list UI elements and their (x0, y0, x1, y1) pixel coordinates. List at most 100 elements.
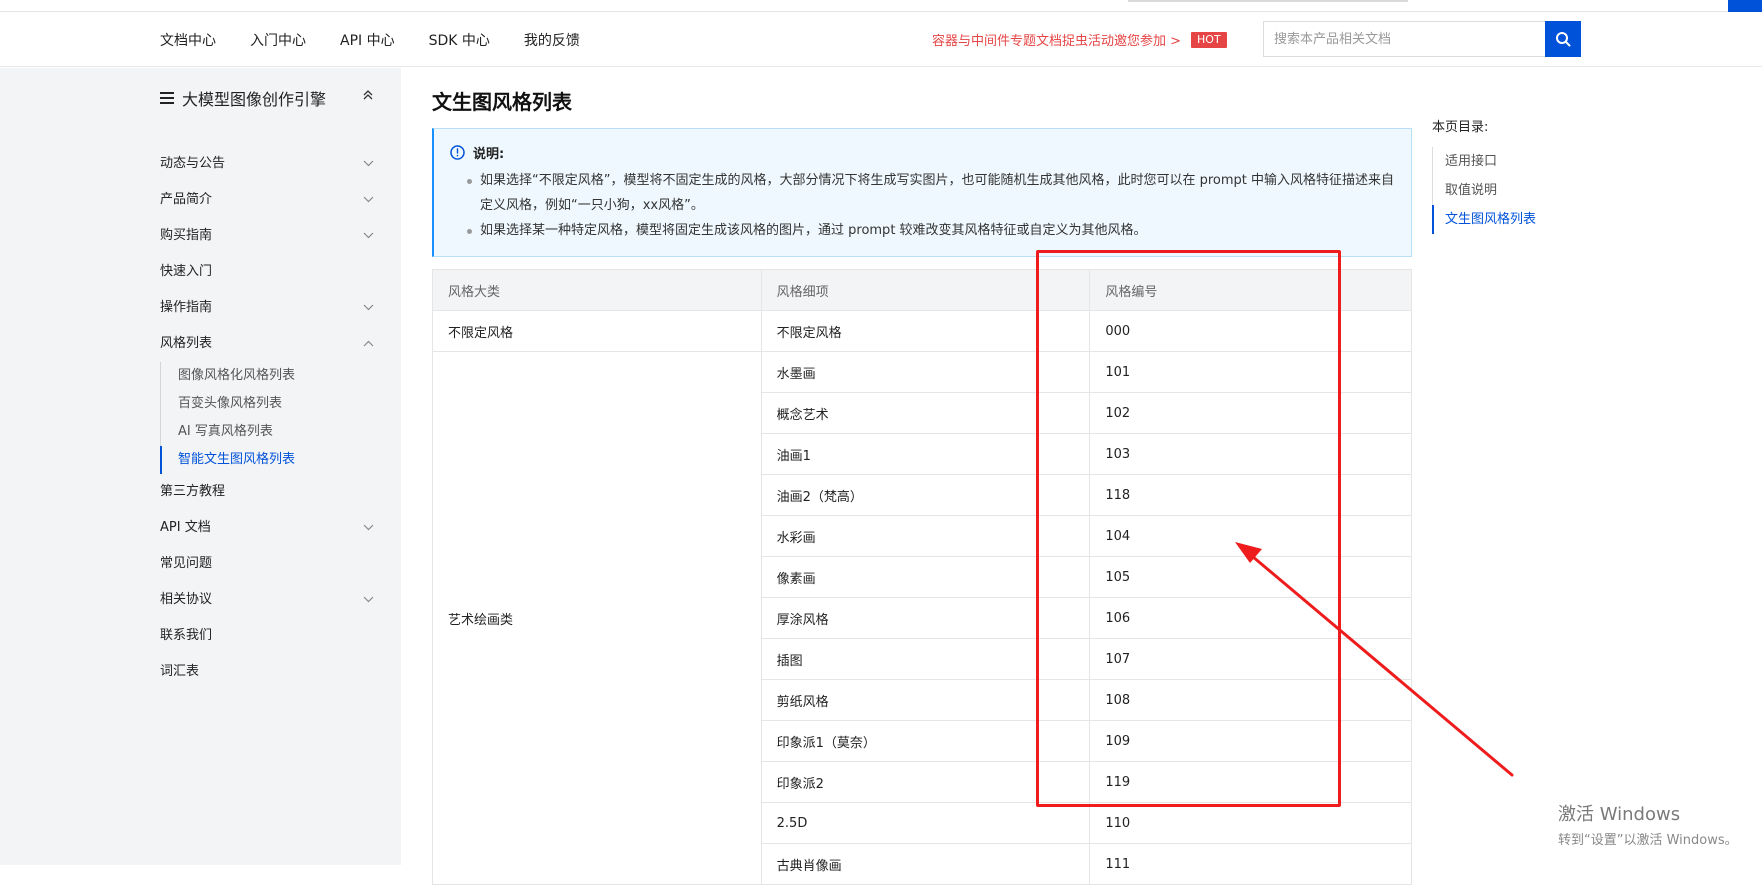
sidebar-item-guide[interactable]: 操作指南 (160, 294, 374, 330)
nav-links: 文档中心 入门中心 API 中心 SDK 中心 我的反馈 (160, 12, 580, 67)
sidebar-item-label: 常见问题 (160, 556, 213, 571)
sidebar-item-label: 购买指南 (160, 228, 213, 243)
sidebar-item-tutorials[interactable]: 第三方教程 (160, 478, 374, 514)
cell-code: 111 (1089, 843, 1412, 885)
cell-item: 概念艺术 (760, 392, 1091, 434)
sidebar-title: 大模型图像创作引擎 (160, 86, 374, 110)
note-item: 如果选择“不限定风格”，模型将不固定生成的风格，大部分情况下将生成写实图片，也可… (467, 168, 1395, 218)
sidebar-item-news[interactable]: 动态与公告 (160, 150, 374, 186)
search-button[interactable] (1545, 21, 1581, 57)
note-header: 说明: (450, 143, 1395, 162)
toc-item-style-list[interactable]: 文生图风格列表 (1432, 205, 1632, 234)
search-input[interactable] (1263, 21, 1545, 57)
sidebar-item-intro[interactable]: 产品简介 (160, 186, 374, 222)
column-header-item: 风格细项 (760, 269, 1091, 311)
sidebar-item-quickstart[interactable]: 快速入门 (160, 258, 374, 294)
sidebar-item-contact[interactable]: 联系我们 (160, 622, 374, 658)
cell-code: 107 (1089, 638, 1412, 680)
nav-link-docs[interactable]: 文档中心 (160, 30, 216, 50)
chevron-down-icon (363, 160, 374, 167)
toc-item-value-description[interactable]: 取值说明 (1433, 176, 1632, 205)
cell-item: 印象派1（莫奈） (760, 720, 1091, 762)
cell-item: 厚涂风格 (760, 597, 1091, 639)
sidebar-item-agreements[interactable]: 相关协议 (160, 586, 374, 622)
cell-code: 105 (1089, 556, 1412, 598)
sidebar-item-faq[interactable]: 常见问题 (160, 550, 374, 586)
cell-code: 108 (1089, 679, 1412, 721)
hot-badge: HOT (1191, 31, 1227, 48)
sidebar-item-label: 动态与公告 (160, 156, 226, 171)
cell-code: 118 (1089, 474, 1412, 516)
chevron-down-icon (363, 596, 374, 603)
cell-item: 插图 (760, 638, 1091, 680)
chevron-down-icon (363, 196, 374, 203)
cell-item: 水彩画 (760, 515, 1091, 557)
chevron-down-icon (363, 232, 374, 239)
sidebar-item-label: 第三方教程 (160, 484, 226, 499)
nav-link-getting-started[interactable]: 入门中心 (250, 30, 306, 50)
cell-item: 油画2（梵高） (760, 474, 1091, 516)
top-strip-edge (1728, 0, 1762, 12)
nav-link-feedback[interactable]: 我的反馈 (524, 30, 580, 50)
cell-item: 像素画 (760, 556, 1091, 598)
search-icon (1556, 32, 1571, 47)
cell-item: 古典肖像画 (760, 843, 1091, 885)
sidebar-item-label: 快速入门 (160, 264, 213, 279)
sidebar-subitem-text-to-image[interactable]: 智能文生图风格列表 (160, 446, 374, 474)
cell-code: 110 (1089, 802, 1412, 844)
sidebar-item-label: 词汇表 (160, 664, 200, 679)
top-strip (0, 0, 1762, 12)
sidebar-item-label: 操作指南 (160, 300, 213, 315)
nav-link-api[interactable]: API 中心 (340, 30, 395, 50)
cell-item: 印象派2 (760, 761, 1091, 803)
column-header-code: 风格编号 (1089, 269, 1412, 311)
table-header-row: 风格大类 风格细项 风格编号 (432, 269, 1412, 311)
sidebar-item-glossary[interactable]: 词汇表 (160, 658, 374, 694)
windows-activation-watermark: 激活 Windows 转到“设置”以激活 Windows。 (1558, 800, 1738, 848)
cell-item: 剪纸风格 (760, 679, 1091, 721)
page-title: 文生图风格列表 (432, 90, 572, 114)
sidebar-title-text: 大模型图像创作引擎 (182, 90, 327, 109)
cell-item: 水墨画 (760, 351, 1091, 393)
menu-icon[interactable] (160, 92, 174, 104)
sidebar-item-api-docs[interactable]: API 文档 (160, 514, 374, 550)
sidebar-item-label: 风格列表 (160, 336, 213, 351)
sidebar-submenu-style-list: 图像风格化风格列表 百变头像风格列表 AI 写真风格列表 智能文生图风格列表 (160, 362, 374, 474)
sidebar-menu: 动态与公告 产品简介 购买指南 快速入门 操作指南 风格列表 图像风格化风格列表… (160, 150, 374, 694)
sidebar-item-label: 联系我们 (160, 628, 213, 643)
top-navbar: 文档中心 入门中心 API 中心 SDK 中心 我的反馈 容器与中间件专题文档捉… (0, 12, 1762, 67)
toc-list: 适用接口 取值说明 文生图风格列表 (1432, 147, 1632, 234)
style-table: 风格大类 风格细项 风格编号 不限定风格 不限定风格 000 艺术绘画类 水墨画… (432, 269, 1412, 885)
table-row: 不限定风格 不限定风格 000 (432, 310, 1412, 352)
chevron-up-icon (363, 340, 374, 347)
sidebar-subitem-avatar[interactable]: 百变头像风格列表 (161, 390, 374, 418)
cell-item: 不限定风格 (760, 310, 1091, 352)
sidebar-item-label: 相关协议 (160, 592, 213, 607)
collapse-all-icon[interactable] (362, 89, 374, 101)
cell-category: 不限定风格 (432, 310, 762, 352)
nav-link-sdk[interactable]: SDK 中心 (429, 30, 490, 50)
table-row: 艺术绘画类 水墨画 101 (432, 351, 1412, 885)
note-list: 如果选择“不限定风格”，模型将不固定生成的风格，大部分情况下将生成写实图片，也可… (450, 168, 1395, 243)
top-strip-fragment (1128, 0, 1408, 2)
promo-text: 容器与中间件专题文档捉虫活动邀您参加 > (932, 34, 1182, 49)
cell-code: 102 (1089, 392, 1412, 434)
cell-code: 103 (1089, 433, 1412, 475)
cell-code: 109 (1089, 720, 1412, 762)
chevron-down-icon (363, 304, 374, 311)
watermark-line2: 转到“设置”以激活 Windows。 (1558, 833, 1738, 848)
sidebar-item-style-list[interactable]: 风格列表 (160, 330, 374, 366)
sidebar-subitem-stylize[interactable]: 图像风格化风格列表 (161, 362, 374, 390)
sidebar-item-label: 产品简介 (160, 192, 213, 207)
promo-link[interactable]: 容器与中间件专题文档捉虫活动邀您参加 > HOT (932, 30, 1227, 49)
note-box: 说明: 如果选择“不限定风格”，模型将不固定生成的风格，大部分情况下将生成写实图… (432, 128, 1412, 257)
cell-category: 艺术绘画类 (432, 351, 762, 885)
sidebar-item-purchase[interactable]: 购买指南 (160, 222, 374, 258)
cell-code: 101 (1089, 351, 1412, 393)
sidebar-subitem-ai-portrait[interactable]: AI 写真风格列表 (161, 418, 374, 446)
toc-item-applicable-api[interactable]: 适用接口 (1433, 147, 1632, 176)
cell-code: 000 (1089, 310, 1412, 352)
chevron-down-icon (363, 524, 374, 531)
cell-code: 119 (1089, 761, 1412, 803)
cell-code: 106 (1089, 597, 1412, 639)
